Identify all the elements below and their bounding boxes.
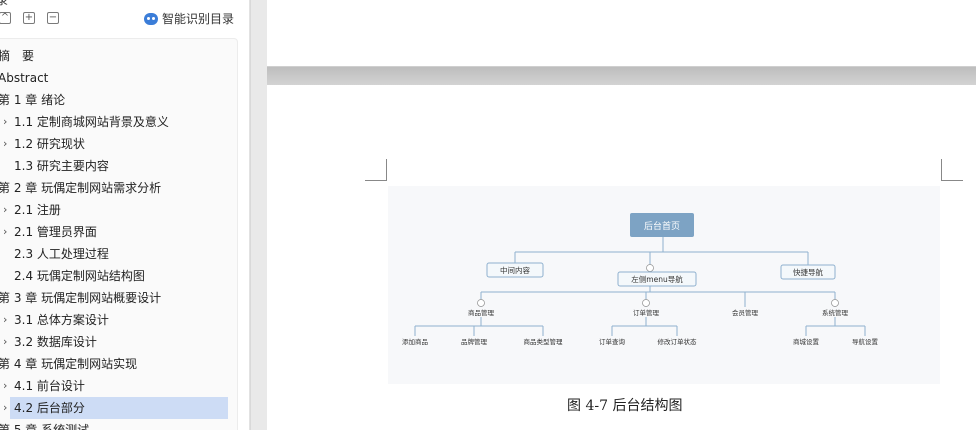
collapse-icon[interactable]: − — [47, 12, 59, 24]
cloud-icon — [143, 12, 158, 25]
toc-item[interactable]: › 1.2 研究现状 — [0, 133, 240, 155]
toc-item[interactable]: 第 1 章 绪论 — [0, 89, 240, 111]
toc-item[interactable]: › 2.1 注册 — [0, 199, 240, 221]
toc-item-label: 3.2 数据库设计 — [14, 335, 97, 349]
node-quick-nav: 快捷导航 — [793, 267, 823, 277]
toc-item[interactable]: › 3.2 数据库设计 — [0, 331, 240, 353]
node-system: 系统管理 — [822, 308, 849, 317]
toc-toolbar: ^ + − 智能识别目录 — [0, 10, 249, 30]
leaf-mall-settings: 商城设置 — [793, 337, 820, 346]
toc-item-label: 第 1 章 绪论 — [0, 93, 66, 107]
toc-item[interactable]: › 2.1 管理员界面 — [0, 221, 240, 243]
toc-item-label: 第 5 章 系统测试 — [0, 423, 90, 430]
node-goods: 商品管理 — [468, 308, 495, 317]
structure-diagram[interactable]: 后台首页 中间内容 左侧menu导航 快捷导航 商品管理 订单管理 会员管理 系… — [388, 186, 940, 384]
toc-item[interactable]: › 3.1 总体方案设计 — [0, 309, 240, 331]
toc-item-label: 2.4 玩偶定制网站结构图 — [14, 269, 145, 283]
diagram-leaves: 添加商品 品牌管理 商品类型管理 订单查询 修改订单状态 商城设置 导航设置 — [402, 337, 879, 346]
previous-page — [267, 0, 976, 67]
toc-item[interactable]: › 1.1 定制商城网站背景及意义 — [0, 111, 240, 133]
crop-mark-right — [941, 159, 963, 181]
toc-item-label: 第 2 章 玩偶定制网站需求分析 — [0, 181, 162, 195]
diagram-level2: 商品管理 订单管理 会员管理 系统管理 — [468, 308, 849, 317]
toc-item[interactable]: 摘 要 — [0, 45, 240, 67]
toc-item-label: 2.1 管理员界面 — [14, 225, 97, 239]
toc-item[interactable]: 1.3 研究主要内容 — [0, 155, 240, 177]
current-page: 后台首页 中间内容 左侧menu导航 快捷导航 商品管理 订单管理 会员管理 系… — [267, 85, 976, 430]
toc-item-label: 第 3 章 玩偶定制网站概要设计 — [0, 291, 162, 305]
leaf-add-goods: 添加商品 — [402, 337, 428, 346]
toc-item-label: 4.2 后台部分 — [14, 401, 85, 415]
toc-item-label: 摘 要 — [0, 49, 35, 63]
toc-item-label: Abstract — [0, 71, 49, 85]
toc-item-label: 2.3 人工处理过程 — [14, 247, 109, 261]
toc-item[interactable]: 第 4 章 玩偶定制网站实现 — [0, 353, 240, 375]
chevron-right-icon[interactable]: › — [3, 199, 7, 221]
toc-item-label: 2.1 注册 — [14, 203, 61, 217]
diagram-svg: 后台首页 中间内容 左侧menu导航 快捷导航 商品管理 订单管理 会员管理 系… — [402, 213, 879, 346]
diagram-level1: 中间内容 左侧menu导航 快捷导航 — [486, 262, 836, 287]
toc-item[interactable]: 第 5 章 系统测试 — [0, 419, 240, 430]
chevron-right-icon[interactable]: › — [3, 375, 7, 397]
chevron-right-icon[interactable]: › — [3, 397, 7, 419]
toc-item-label: 1.2 研究现状 — [14, 137, 85, 151]
document-area[interactable]: 后台首页 中间内容 左侧menu导航 快捷导航 商品管理 订单管理 会员管理 系… — [251, 0, 976, 430]
svg-text:后台首页: 后台首页 — [644, 220, 680, 232]
toc-item[interactable]: 第 3 章 玩偶定制网站概要设计 — [0, 287, 240, 309]
toc-item-label: 4.1 前台设计 — [14, 379, 85, 393]
leaf-nav-settings: 导航设置 — [852, 337, 879, 346]
node-orders: 订单管理 — [633, 308, 660, 317]
toc-item[interactable]: 2.3 人工处理过程 — [0, 243, 240, 265]
diagram-root: 后台首页 — [630, 213, 694, 237]
chevron-right-icon[interactable]: › — [3, 111, 7, 133]
toc-item-label: 1.1 定制商城网站背景及意义 — [14, 115, 169, 129]
toc-item[interactable]: Abstract — [0, 67, 240, 89]
chevron-right-icon[interactable]: › — [3, 221, 7, 243]
leaf-goods-type: 商品类型管理 — [524, 337, 564, 346]
crop-mark-left — [365, 159, 387, 181]
leaf-order-status: 修改订单状态 — [658, 337, 698, 346]
expand-icon[interactable]: + — [23, 12, 35, 24]
toc-item[interactable]: › 4.1 前台设计 — [0, 375, 240, 397]
node-left-menu: 左侧menu导航 — [631, 274, 683, 284]
toc-sidebar: 录 ^ + − 智能识别目录 摘 要 Abstract 第 1 章 绪论 › 1.1 定… — [0, 0, 250, 430]
node-middle-content: 中间内容 — [500, 265, 530, 275]
collapse-all-icon[interactable]: ^ — [0, 12, 11, 24]
toc-item[interactable]: 2.4 玩偶定制网站结构图 — [0, 265, 240, 287]
chevron-right-icon[interactable]: › — [3, 331, 7, 353]
leaf-brand: 品牌管理 — [461, 337, 488, 346]
toc-item[interactable]: 第 2 章 玩偶定制网站需求分析 — [0, 177, 240, 199]
smart-toc-button[interactable]: 智能识别目录 — [143, 10, 234, 27]
toc-item[interactable]: › 4.2 后台部分 — [3, 397, 228, 419]
sidebar-title: 录 — [0, 0, 8, 8]
node-members: 会员管理 — [732, 308, 759, 317]
page-gap — [267, 67, 976, 85]
toc-item-label: 第 4 章 玩偶定制网站实现 — [0, 357, 138, 371]
toc-item-label: 1.3 研究主要内容 — [14, 159, 109, 173]
leaf-order-query: 订单查询 — [599, 337, 626, 346]
chevron-right-icon[interactable]: › — [3, 309, 7, 331]
toc-item-label: 3.1 总体方案设计 — [14, 313, 109, 327]
figure-caption: 图 4-7 后台结构图 — [567, 398, 683, 414]
chevron-right-icon[interactable]: › — [3, 133, 7, 155]
smart-toc-label: 智能识别目录 — [161, 12, 234, 26]
